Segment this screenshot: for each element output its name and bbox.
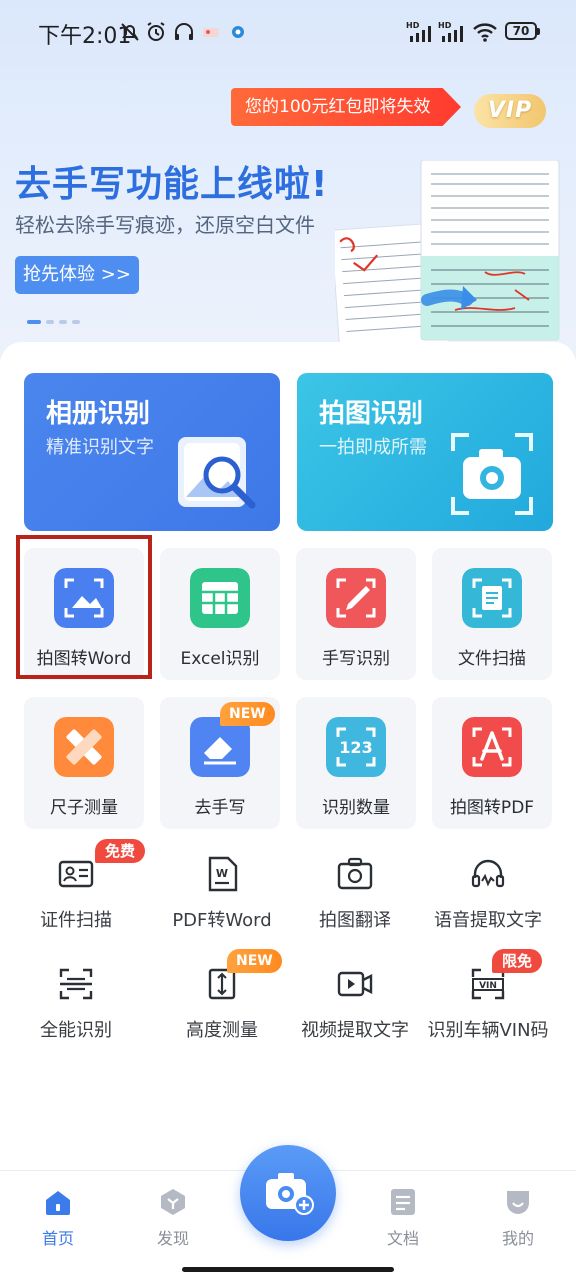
worksheet-illustration [335,160,560,345]
nav-discover[interactable]: 发现 [133,1187,213,1257]
camera-plus-button[interactable] [240,1145,336,1241]
camera-scan-icon [451,433,533,515]
card-subtitle: 一拍即成所需 [319,437,427,458]
tool-pdf-to-word[interactable]: W PDF转Word [150,856,294,946]
main-content: 相册识别 精准识别文字 拍图识别 一拍即成所需 拍图转Word Excel识别 … [0,342,576,1170]
hd-signal-icon: HD [406,21,431,42]
tool-label: 全能识别 [40,1020,112,1041]
pdf-icon [462,717,522,777]
wifi-icon [473,23,497,42]
tool-label: 拍图转PDF [449,798,535,818]
alarm-icon [147,22,165,41]
banner-title: 去手写功能上线啦! [15,164,329,205]
tool-label: 尺子测量 [50,798,118,818]
nav-label: 文档 [386,1229,419,1248]
nav-profile[interactable]: 我的 [478,1187,558,1257]
tool-label: 证件扫描 [40,910,112,931]
tool-file-scan[interactable]: 文件扫描 [432,548,552,680]
nav-label: 我的 [501,1229,534,1248]
voice-text-icon [471,859,505,888]
banner-pagination [27,320,85,324]
status-bar: 下午2:01 HD HD 70 [0,0,576,64]
red-packet-promo[interactable]: 您的100元红包即将失效 [231,88,461,126]
tool-video-to-text[interactable]: 视频提取文字 [283,966,427,1056]
handwriting-icon [326,568,386,628]
selection-highlight [16,535,152,679]
vip-button[interactable]: VIP [474,94,546,128]
tool-handwriting-recognition[interactable]: 手写识别 [296,548,416,680]
tool-label: 去手写 [194,798,246,818]
pagination-dot [59,320,67,324]
card-title: 拍图识别 [319,399,424,429]
tool-label: Excel识别 [180,649,260,669]
svg-text:123: 123 [339,738,372,757]
bottom-navigation: 首页 发现 文档 我的 [0,1145,576,1280]
tool-vin-recognition[interactable]: VIN 识别车辆VIN码 [416,966,560,1056]
tool-label: 拍图翻译 [319,910,391,931]
svg-text:VIN: VIN [479,981,497,991]
camera-plus-icon [266,1173,314,1215]
card-subtitle: 精准识别文字 [46,437,154,458]
tool-id-scan[interactable]: 证件扫描 [4,856,148,946]
nav-documents[interactable]: 文档 [363,1187,443,1257]
home-icon [46,1191,70,1215]
tool-label: 视频提取文字 [301,1020,409,1041]
tool-label: 语音提取文字 [434,910,542,931]
pagination-dot [27,320,41,324]
nav-home[interactable]: 首页 [18,1187,98,1257]
limited-free-badge: 限免 [492,949,543,973]
nav-label: 首页 [41,1229,74,1248]
mute-icon [121,23,139,41]
headphones-icon [175,23,193,40]
new-badge: NEW [227,949,282,973]
svg-text:HD: HD [438,21,452,30]
tool-height-measure[interactable]: 高度测量 [150,966,294,1056]
album-recognition-card[interactable]: 相册识别 精准识别文字 [24,373,280,531]
tool-all-recognition[interactable]: 全能识别 [4,966,148,1056]
discover-icon [161,1189,185,1215]
hd-signal-icon: HD [438,21,463,42]
app-notification-icon [203,28,219,37]
tool-ruler-measure[interactable]: 尺子测量 [24,697,144,829]
tool-label: 手写识别 [322,649,390,669]
id-card-icon [58,860,94,888]
nav-label: 发现 [156,1229,189,1248]
home-indicator[interactable] [182,1267,394,1272]
top-banner-area: 下午2:01 HD HD 70 您的100元红包即将失效 VIP 去手写功能上线… [0,0,576,370]
tool-excel-recognition[interactable]: Excel识别 [160,548,280,680]
new-badge: NEW [220,702,275,726]
tool-count-recognition[interactable]: 123 识别数量 [296,697,416,829]
try-now-button[interactable]: 抢先体验 >> [15,256,139,294]
gallery-search-icon [178,437,256,509]
card-title: 相册识别 [46,399,151,429]
free-badge: 免费 [95,839,146,863]
tool-photo-translate[interactable]: 拍图翻译 [283,856,427,946]
excel-icon [190,568,250,628]
eraser-icon [190,717,250,777]
tool-photo-to-pdf[interactable]: 拍图转PDF [432,697,552,829]
count-123-icon: 123 [326,717,386,777]
tool-label: 识别数量 [322,798,390,818]
tool-label: 高度测量 [186,1020,258,1041]
battery-icon: 70 [505,22,540,40]
tool-label: 识别车辆VIN码 [427,1020,549,1041]
tool-voice-to-text[interactable]: 语音提取文字 [416,856,560,946]
app-notification-icon [232,26,244,38]
all-recognize-icon [59,968,93,1000]
profile-icon [507,1191,529,1214]
pagination-dot [46,320,54,324]
tool-label: 文件扫描 [458,649,526,669]
svg-text:HD: HD [406,21,420,30]
pdf-to-word-icon: W [208,856,238,892]
photo-translate-icon [337,857,373,890]
photo-recognition-card[interactable]: 拍图识别 一拍即成所需 [297,373,553,531]
document-icon [391,1189,415,1215]
video-text-icon [337,971,373,997]
svg-text:W: W [216,867,228,880]
tool-label: PDF转Word [172,910,272,931]
banner-subtitle: 轻松去除手写痕迹，还原空白文件 [15,213,315,237]
file-scan-icon [462,568,522,628]
pagination-dot [72,320,80,324]
ruler-icon [54,717,114,777]
